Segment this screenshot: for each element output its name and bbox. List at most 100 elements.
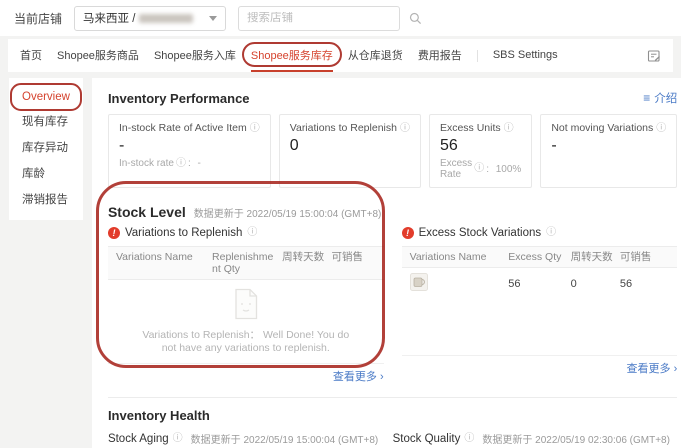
alert-icon: ! <box>401 227 414 239</box>
column-header: Replenishment Qty <box>212 251 274 275</box>
alert-icon: ! <box>107 227 120 239</box>
column-header: 可销售 <box>619 251 652 263</box>
stock-level-updated-timestamp: 数据更新于 2022/05/19 15:00:04 (GMT+8) <box>193 209 382 220</box>
info-icon[interactable]: ⓘ <box>464 433 474 444</box>
sellable-value: 56 <box>619 277 633 290</box>
info-icon[interactable]: ⓘ <box>176 158 186 169</box>
stat-card-excess-units: Excess Units ⓘ 56 Excess Rate ⓘ: 100% <box>428 114 533 188</box>
shop-search-box <box>238 5 422 31</box>
info-icon[interactable]: ⓘ <box>400 123 410 134</box>
tab-shopee-service-inbound[interactable]: Shopee服务入库 <box>154 39 236 72</box>
view-more-link[interactable]: 查看更多 › <box>627 363 678 375</box>
table-header-row: Variations Name Replenishment Qty 周转天数 可… <box>107 246 384 280</box>
excess-panel: ! Excess Stock Variations ⓘ Variations N… <box>401 227 678 385</box>
sidebar-item-stock-age[interactable]: 库龄 <box>9 160 83 186</box>
shop-selector[interactable]: 马来西亚 / <box>74 5 227 31</box>
stock-level-title: Stock Level <box>107 204 186 220</box>
sidebar-item-label: Overview <box>22 91 70 103</box>
content-area: Overview 现有库存 库存异动 库龄 滞销报告 Inventory Per… <box>0 72 681 448</box>
tab-shopee-service-inventory[interactable]: Shopee服务库存 <box>241 39 342 72</box>
stat-card-variations-to-replenish: Variations to Replenish ⓘ 0 <box>278 114 421 188</box>
stat-sub-label: In-stock rate <box>118 158 174 169</box>
search-icon[interactable] <box>409 12 422 25</box>
chevron-down-icon <box>209 15 218 21</box>
column-header: 周转天数 <box>282 251 325 263</box>
turnover-days-value: 0 <box>570 277 577 290</box>
view-more-label: 查看更多 <box>332 371 377 383</box>
main-nav-tabs: 首页 Shopee服务商品 Shopee服务入库 Shopee服务库存 从仓库退… <box>8 39 673 72</box>
excess-qty-value: 56 <box>508 277 521 290</box>
stat-title: Variations to Replenish <box>289 122 397 134</box>
section-divider <box>107 397 678 398</box>
stat-sub-label: Excess Rate <box>439 158 473 180</box>
shop-region-label: 马来西亚 / <box>83 13 136 25</box>
info-icon[interactable]: ⓘ <box>173 433 183 444</box>
stat-card-not-moving: Not moving Variations ⓘ - <box>540 114 678 188</box>
inventory-health-section: Inventory Health Stock Aging ⓘ 数据更新于 202… <box>108 408 677 448</box>
stat-value: - <box>118 137 125 154</box>
separator: : <box>187 158 191 169</box>
stat-value: 0 <box>289 137 299 154</box>
column-header: 可销售 <box>331 251 363 263</box>
stat-title: Not moving Variations <box>551 122 654 134</box>
product-image[interactable] <box>409 273 509 294</box>
tab-warehouse-returns[interactable]: 从仓库退货 <box>348 39 403 72</box>
stock-quality-label: Stock Quality <box>392 432 461 445</box>
intro-link[interactable]: ≡ 介绍 <box>643 90 677 106</box>
sidebar-item-notmoving-report[interactable]: 滞销报告 <box>9 186 83 212</box>
tab-fee-report[interactable]: 费用报告 <box>418 39 462 72</box>
stat-value: - <box>551 137 557 154</box>
stat-card-instock-rate: In-stock Rate of Active Item ⓘ - In-stock… <box>107 114 271 188</box>
tab-divider <box>476 49 478 62</box>
sidebar-item-current-stock[interactable]: 现有库存 <box>9 108 83 134</box>
stat-sub-value: 100% <box>495 163 522 175</box>
view-more-label: 查看更多 <box>626 363 671 375</box>
list-icon: ≡ <box>643 91 651 105</box>
excess-table: Variations Name Excess Qty 周转天数 可销售 56 0… <box>401 246 678 356</box>
chevron-right-icon: › <box>379 371 384 383</box>
sidebar: Overview 现有库存 库存异动 库龄 滞销报告 <box>9 78 83 220</box>
info-icon[interactable]: ⓘ <box>247 228 257 238</box>
tab-shopee-service-products[interactable]: Shopee服务商品 <box>57 39 139 72</box>
tab-label: Shopee服务库存 <box>250 49 333 62</box>
stat-title: In-stock Rate of Active Item <box>118 122 247 134</box>
replenish-panel-title: Variations to Replenish <box>124 227 243 239</box>
inventory-performance-title: Inventory Performance <box>107 90 250 106</box>
excess-panel-title: Excess Stock Variations <box>418 227 542 239</box>
empty-state: Variations to Replenish： Well Done! You … <box>107 280 384 364</box>
tab-sbs-settings[interactable]: SBS Settings <box>493 39 558 72</box>
sidebar-item-stock-movement[interactable]: 库存异动 <box>9 134 83 160</box>
stock-aging-label: Stock Aging <box>107 432 169 445</box>
replenish-table: Variations Name Replenishment Qty 周转天数 可… <box>107 246 384 364</box>
stat-title: Excess Units <box>439 122 501 134</box>
table-body: 56 0 56 <box>401 268 678 356</box>
sidebar-item-overview[interactable]: Overview <box>9 83 83 111</box>
info-icon[interactable]: ⓘ <box>250 123 260 134</box>
top-bar: 当前店铺 马来西亚 / <box>0 0 681 36</box>
info-icon[interactable]: ⓘ <box>504 123 514 134</box>
stat-cards-row: In-stock Rate of Active Item ⓘ - In-stock… <box>107 114 678 188</box>
column-header: 周转天数 <box>570 251 613 263</box>
search-input[interactable] <box>239 12 410 24</box>
empty-state-text: Variations to Replenish： Well Done! You … <box>142 329 350 354</box>
info-icon[interactable]: ⓘ <box>474 164 484 174</box>
stock-aging-updated: 数据更新于 2022/05/19 15:00:04 (GMT+8) <box>190 435 379 446</box>
separator: : <box>486 163 489 175</box>
replenish-panel: ! Variations to Replenish ⓘ Variations N… <box>107 227 384 385</box>
tab-home[interactable]: 首页 <box>20 39 42 72</box>
info-icon[interactable]: ⓘ <box>656 123 666 134</box>
stock-quality-block: Stock Quality ⓘ 数据更新于 2022/05/19 02:30:0… <box>393 431 678 448</box>
info-icon[interactable]: ⓘ <box>546 228 556 238</box>
view-more-link[interactable]: 查看更多 › <box>333 371 384 383</box>
form-note-icon[interactable] <box>647 49 661 63</box>
current-shop-label: 当前店铺 <box>14 11 63 26</box>
stock-level-section: Stock Level 数据更新于 2022/05/19 15:00:04 (G… <box>107 204 678 385</box>
stat-value: 56 <box>439 137 458 154</box>
table-header-row: Variations Name Excess Qty 周转天数 可销售 <box>401 246 678 268</box>
stock-aging-block: Stock Aging ⓘ 数据更新于 2022/05/19 15:00:04 … <box>108 431 393 448</box>
column-header: Variations Name <box>409 251 487 263</box>
intro-link-label: 介绍 <box>654 93 678 105</box>
main-panel: Inventory Performance ≡ 介绍 In-stock Rate … <box>91 78 681 448</box>
shop-name-redacted <box>139 13 194 23</box>
table-row[interactable]: 56 0 56 <box>402 268 678 299</box>
